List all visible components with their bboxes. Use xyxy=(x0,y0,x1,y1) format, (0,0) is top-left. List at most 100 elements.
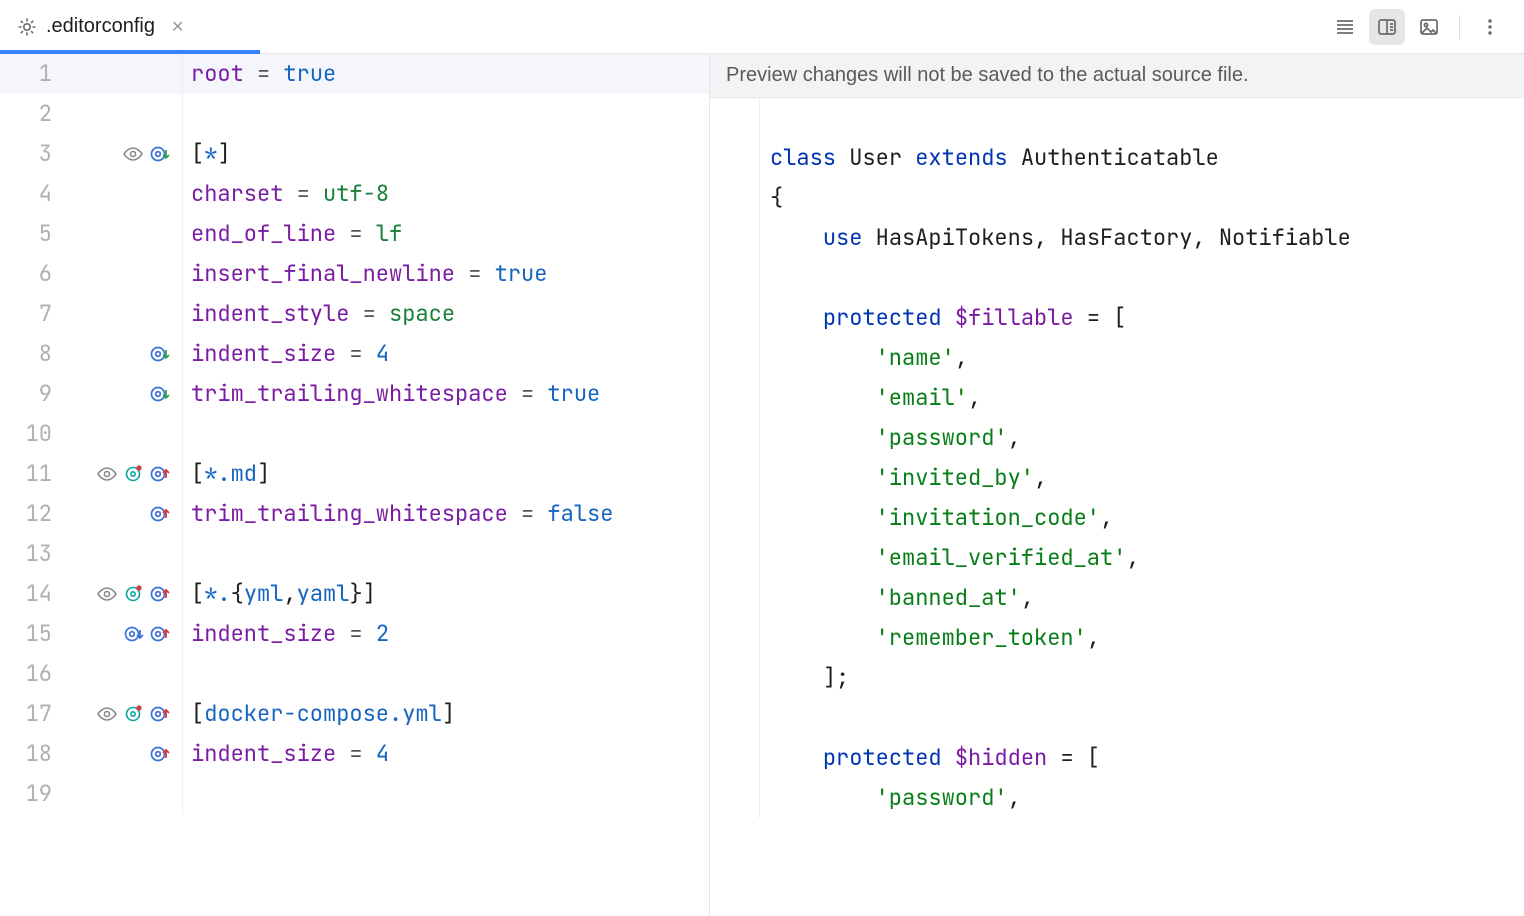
at-down-icon[interactable] xyxy=(148,143,170,165)
at-down-icon[interactable] xyxy=(148,343,170,365)
code-text[interactable]: [*.{yml,yaml}] xyxy=(183,574,709,614)
code-line[interactable]: 8indent_size = 4 xyxy=(0,334,709,374)
code-text[interactable]: charset = utf-8 xyxy=(183,174,709,214)
code-text[interactable] xyxy=(183,534,709,574)
code-line[interactable]: 16 xyxy=(0,654,709,694)
code-line[interactable]: 5end_of_line = lf xyxy=(0,214,709,254)
code-line[interactable]: 4 charset = utf-8 xyxy=(0,174,709,214)
line-number: 4 xyxy=(0,174,62,214)
eye-icon[interactable] xyxy=(96,583,118,605)
tab-bar-tools xyxy=(1327,0,1524,53)
close-tab-icon[interactable]: ✕ xyxy=(171,17,184,37)
eye-icon[interactable] xyxy=(122,143,144,165)
code-line[interactable]: 12 trim_trailing_whitespace = false xyxy=(0,494,709,534)
code-text[interactable] xyxy=(183,654,709,694)
toolbar-divider xyxy=(1459,15,1460,39)
eye-icon[interactable] xyxy=(96,703,118,725)
code-text[interactable]: root = true xyxy=(183,54,709,94)
code-line[interactable]: 10 xyxy=(0,414,709,454)
target-dot-icon[interactable] xyxy=(122,463,144,485)
code-text[interactable]: indent_size = 4 xyxy=(183,334,709,374)
preview-line: 'email_verified_at', xyxy=(710,538,1524,578)
code-line[interactable]: 6insert_final_newline = true xyxy=(0,254,709,294)
code-line[interactable]: 11[*.md] xyxy=(0,454,709,494)
gutter-icons xyxy=(62,174,182,214)
code-text[interactable]: indent_size = 2 xyxy=(183,614,709,654)
preview-gutter xyxy=(710,378,760,418)
preview-gutter xyxy=(710,578,760,618)
preview-panel-icon[interactable] xyxy=(1369,9,1405,45)
code-text[interactable]: indent_style = space xyxy=(183,294,709,334)
code-line[interactable]: 17 [docker-compose.yml] xyxy=(0,694,709,734)
line-number: 13 xyxy=(0,534,62,574)
preview-gutter xyxy=(710,178,760,218)
code-line[interactable]: 19 xyxy=(0,774,709,814)
preview-gutter xyxy=(710,698,760,738)
preview-pane: Preview changes will not be saved to the… xyxy=(710,54,1524,916)
image-preview-icon[interactable] xyxy=(1411,9,1447,45)
code-line[interactable]: 7indent_style = space xyxy=(0,294,709,334)
code-line[interactable]: 18 indent_size = 4 xyxy=(0,734,709,774)
code-text[interactable] xyxy=(183,774,709,814)
line-number: 18 xyxy=(0,734,62,774)
at-up-icon[interactable] xyxy=(148,503,170,525)
gutter-icons xyxy=(62,54,182,94)
at-down-icon[interactable] xyxy=(148,383,170,405)
preview-code-text: protected $hidden = [ xyxy=(760,738,1524,778)
code-line[interactable]: 2 xyxy=(0,94,709,134)
code-text[interactable]: indent_size = 4 xyxy=(183,734,709,774)
preview-code-text: 'name', xyxy=(760,338,1524,378)
gutter-icons xyxy=(62,774,182,814)
code-line[interactable]: 15 indent_size = 2 xyxy=(0,614,709,654)
at-up-icon[interactable] xyxy=(148,583,170,605)
preview-line: 'remember_token', xyxy=(710,618,1524,658)
code-text[interactable]: [docker-compose.yml] xyxy=(183,694,709,734)
preview-code-text: 'banned_at', xyxy=(760,578,1524,618)
preview-code-text: 'password', xyxy=(760,778,1524,818)
more-actions-icon[interactable] xyxy=(1472,9,1508,45)
preview-gutter xyxy=(710,538,760,578)
code-line[interactable]: 1root = true xyxy=(0,54,709,94)
preview-code[interactable]: class User extends Authenticatable{ use … xyxy=(710,98,1524,916)
preview-code-text: ]; xyxy=(760,658,1524,698)
at-up-icon[interactable] xyxy=(148,703,170,725)
gutter-icons xyxy=(62,694,182,734)
code-line[interactable]: 13 xyxy=(0,534,709,574)
code-text[interactable]: trim_trailing_whitespace = false xyxy=(183,494,709,534)
preview-code-text xyxy=(760,258,1524,298)
preview-code-text: 'email', xyxy=(760,378,1524,418)
at-down-blue-icon[interactable] xyxy=(122,623,144,645)
code-text[interactable]: end_of_line = lf xyxy=(183,214,709,254)
line-number: 15 xyxy=(0,614,62,654)
preview-line: ]; xyxy=(710,658,1524,698)
target-dot-icon[interactable] xyxy=(122,703,144,725)
at-up-icon[interactable] xyxy=(148,623,170,645)
soft-wrap-icon[interactable] xyxy=(1327,9,1363,45)
code-text[interactable]: insert_final_newline = true xyxy=(183,254,709,294)
preview-gutter xyxy=(710,498,760,538)
target-dot-icon[interactable] xyxy=(122,583,144,605)
at-up-icon[interactable] xyxy=(148,743,170,765)
code-editor[interactable]: 1root = true23[*]4 charset = utf-85end_of… xyxy=(0,54,709,916)
code-line[interactable]: 3[*] xyxy=(0,134,709,174)
line-number: 14 xyxy=(0,574,62,614)
gutter-icons xyxy=(62,214,182,254)
gutter-icons xyxy=(62,254,182,294)
line-number: 12 xyxy=(0,494,62,534)
code-text[interactable] xyxy=(183,414,709,454)
line-number: 17 xyxy=(0,694,62,734)
line-number: 16 xyxy=(0,654,62,694)
at-up-icon[interactable] xyxy=(148,463,170,485)
code-text[interactable]: [*.md] xyxy=(183,454,709,494)
tab-editorconfig[interactable]: .editorconfig ✕ xyxy=(0,0,200,53)
code-text[interactable]: [*] xyxy=(183,134,709,174)
code-text[interactable]: trim_trailing_whitespace = true xyxy=(183,374,709,414)
preview-code-text: { xyxy=(760,178,1524,218)
preview-code-text: protected $fillable = [ xyxy=(760,298,1524,338)
code-line[interactable]: 9trim_trailing_whitespace = true xyxy=(0,374,709,414)
tab-bar: .editorconfig ✕ xyxy=(0,0,1524,54)
code-line[interactable]: 14 [*.{yml,yaml}] xyxy=(0,574,709,614)
code-text[interactable] xyxy=(183,94,709,134)
preview-line: use HasApiTokens, HasFactory, Notifiable xyxy=(710,218,1524,258)
eye-icon[interactable] xyxy=(96,463,118,485)
